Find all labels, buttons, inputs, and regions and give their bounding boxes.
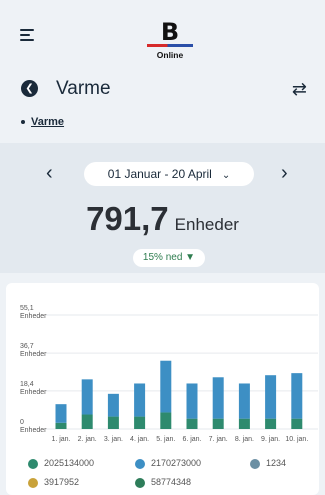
total-value: 791,7 xyxy=(86,200,169,237)
bar-segment xyxy=(265,418,277,429)
bar-segment xyxy=(55,422,67,429)
bullet-icon xyxy=(21,120,25,125)
x-tick-label: 5. jan. xyxy=(156,436,175,443)
bar-segment xyxy=(81,414,93,429)
bar-segment xyxy=(55,404,67,423)
bar-segment xyxy=(212,377,224,419)
bar-segment xyxy=(238,383,250,419)
x-tick-label: 3. jan. xyxy=(104,436,123,443)
x-tick-label: 9. jan. xyxy=(261,436,280,443)
breadcrumb: Varme xyxy=(21,116,64,128)
y-tick-unit: Enheder xyxy=(20,313,47,320)
next-period-button[interactable]: › xyxy=(281,162,288,184)
legend-item[interactable]: 2170273000 xyxy=(135,458,201,469)
date-range-text: 01 Januar - 20 April xyxy=(107,167,212,181)
legend-label: 3917952 xyxy=(44,477,80,487)
x-tick-label: 6. jan. xyxy=(182,436,201,443)
legend-item[interactable]: 58774348 xyxy=(135,477,191,488)
bar-segment xyxy=(81,379,93,415)
bar-segment xyxy=(134,383,146,417)
prev-period-button[interactable]: ‹ xyxy=(46,162,53,184)
legend-label: 58774348 xyxy=(151,477,192,487)
chevron-down-icon: ⌄ xyxy=(221,170,231,181)
y-tick-label: 55,1 xyxy=(20,305,34,312)
legend-swatch xyxy=(135,477,145,488)
y-tick-label: 18,4 xyxy=(20,381,34,388)
legend-swatch xyxy=(250,458,260,469)
swap-arrows-icon[interactable]: ⇄ xyxy=(292,80,307,98)
arrow-down-icon: ▼ xyxy=(185,252,196,263)
chart-card: 0 Enheder 18,4 Enheder 36,7 Enheder 55,1 Enhede… xyxy=(6,283,319,495)
total-consumption: 791,7 Enheder xyxy=(0,200,325,238)
bar-segment xyxy=(212,418,224,429)
date-range-selector[interactable]: 01 Januar - 20 April ⌄ xyxy=(84,162,254,186)
logo[interactable]: B Online xyxy=(147,20,193,62)
y-tick-unit: Enheder xyxy=(20,351,47,358)
change-text: 15% ned xyxy=(142,252,183,263)
bar-segment xyxy=(107,416,119,429)
bar-segment xyxy=(265,375,277,419)
y-tick-label: 0 xyxy=(20,419,24,426)
logo-subtitle: Online xyxy=(156,50,184,60)
back-button[interactable]: ❮ xyxy=(21,80,38,97)
summary-panel: ‹ 01 Januar - 20 April ⌄ › 791,7 Enheder 1… xyxy=(0,143,325,273)
change-badge: 15% ned ▼ xyxy=(133,249,205,267)
legend-item[interactable]: 2025134000 xyxy=(28,458,94,469)
legend-label: 1234 xyxy=(266,458,287,468)
bar-segment xyxy=(160,360,172,413)
x-tick-label: 7. jan. xyxy=(209,436,228,443)
top-bar: B Online xyxy=(0,0,325,70)
legend-swatch xyxy=(28,458,38,469)
y-tick-unit: Enheder xyxy=(20,389,47,396)
y-tick-unit: Enheder xyxy=(20,427,47,434)
bar-segment xyxy=(291,373,303,419)
bar-segment xyxy=(107,393,119,417)
legend-label: 2025134000 xyxy=(44,458,95,468)
x-tick-label: 10. jan. xyxy=(285,436,308,443)
chevron-left-icon: ❮ xyxy=(25,83,34,94)
legend-item[interactable]: 1234 xyxy=(250,458,286,469)
x-tick-label: 2. jan. xyxy=(78,436,97,443)
legend-swatch xyxy=(28,477,38,488)
title-row: ❮ Varme ⇄ xyxy=(0,74,325,104)
hamburger-menu-icon[interactable] xyxy=(20,29,34,41)
y-tick-label: 36,7 xyxy=(20,343,34,350)
page-title: Varme xyxy=(56,78,111,99)
bar-segment xyxy=(238,418,250,429)
legend-item[interactable]: 3917952 xyxy=(28,477,79,488)
breadcrumb-link[interactable]: Varme xyxy=(31,116,64,128)
x-tick-label: 8. jan. xyxy=(235,436,254,443)
bar-segment xyxy=(160,412,172,429)
bar-chart: 0Enheder18,4Enheder36,7Enheder55,1Enhede… xyxy=(20,305,318,443)
legend-swatch xyxy=(135,458,145,469)
bar-segment xyxy=(134,416,146,429)
bar-segment xyxy=(291,418,303,429)
legend-label: 2170273000 xyxy=(151,458,202,468)
bar-segment xyxy=(186,418,198,429)
bar-segment xyxy=(186,383,198,419)
x-tick-label: 4. jan. xyxy=(130,436,149,443)
x-tick-label: 1. jan. xyxy=(51,436,70,443)
total-unit: Enheder xyxy=(174,215,239,234)
logo-letter: B xyxy=(160,18,180,46)
